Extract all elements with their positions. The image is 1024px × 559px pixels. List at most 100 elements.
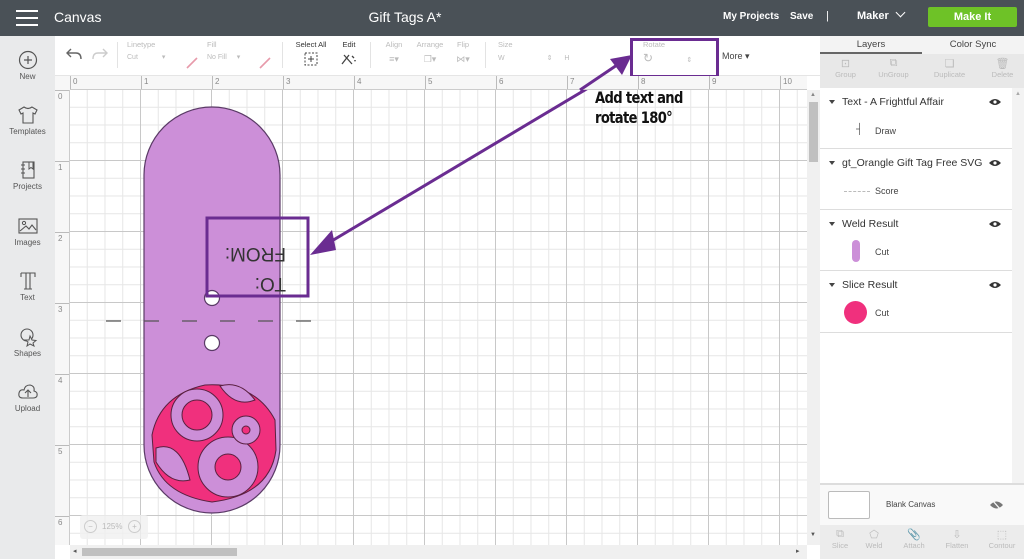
sidebar-label: Templates: [9, 127, 46, 136]
weld-button[interactable]: ⬠ Weld: [854, 528, 894, 550]
fill-color-swatch[interactable]: [258, 56, 272, 70]
layers-scrollbar[interactable]: ▲: [1012, 88, 1024, 512]
sidebar-item-text[interactable]: Text: [0, 271, 55, 302]
sidebar-label: Shapes: [13, 349, 42, 358]
tag-text-from: FROM:: [225, 243, 286, 264]
attach-button[interactable]: 📎 Attach: [894, 528, 934, 550]
linetype-control[interactable]: Linetype Cut ▾: [127, 40, 187, 61]
my-projects-link[interactable]: My Projects: [723, 11, 779, 22]
make-it-button[interactable]: Make It: [928, 7, 1017, 27]
sidebar-item-projects[interactable]: Projects: [0, 160, 55, 191]
vertical-scroll-thumb[interactable]: [809, 102, 818, 162]
text-t-icon: [19, 272, 36, 290]
zoom-in-button[interactable]: +: [128, 520, 141, 533]
blank-canvas-row[interactable]: Blank Canvas: [820, 483, 1024, 525]
ruler-tick: [55, 516, 69, 517]
ruler-tick-label: 0: [73, 77, 78, 86]
group-icon: ⊡: [840, 58, 851, 70]
ruler-tick-label: 4: [357, 77, 362, 86]
flip-label: Flip: [456, 40, 470, 49]
save-button[interactable]: Save: [790, 11, 813, 22]
shapes-icon: [19, 328, 37, 347]
ungroup-button[interactable]: ⧉ UnGroup: [868, 57, 919, 79]
sidebar-label: New: [19, 72, 36, 81]
zoom-out-button[interactable]: −: [84, 520, 97, 533]
tag-hole-lower: [203, 334, 221, 352]
linetype-value: Cut: [127, 54, 138, 61]
delete-button[interactable]: 🗑 Delete: [977, 57, 1024, 79]
sidebar-item-images[interactable]: Images: [0, 216, 55, 247]
edit-label: Edit: [342, 40, 356, 49]
layer-item[interactable]: Text - A Frightful Affair ┤ Draw: [820, 88, 1012, 149]
sidebar-item-templates[interactable]: Templates: [0, 105, 55, 136]
align-menu[interactable]: Align ≡▾: [383, 40, 405, 65]
contour-button[interactable]: ⬚ Contour: [982, 528, 1022, 550]
rotate-highlight-box: [630, 38, 719, 78]
horizontal-scrollbar[interactable]: ◂ ▸: [70, 545, 807, 559]
ruler-tick: [141, 76, 142, 89]
expand-triangle-icon[interactable]: [829, 100, 835, 104]
tab-layers[interactable]: Layers: [820, 39, 922, 50]
undo-icon[interactable]: [65, 47, 83, 61]
weld-swatch: [852, 240, 860, 262]
flatten-icon: ⇩: [952, 529, 962, 541]
layer-item[interactable]: Slice Result Cut: [820, 271, 1012, 333]
select-all-button[interactable]: Select All: [293, 40, 329, 71]
edit-toolbar: Linetype Cut ▾ Fill No Fill ▾ Select All…: [55, 36, 820, 78]
ungroup-icon: ⧉: [889, 57, 898, 69]
expand-triangle-icon[interactable]: [829, 283, 835, 287]
ruler-tick-label: 9: [712, 77, 717, 86]
expand-triangle-icon[interactable]: [829, 161, 835, 165]
design-canvas[interactable]: TO: FROM: − 125% +: [70, 90, 807, 545]
tag-text-to: TO:: [255, 273, 286, 294]
linetype-color-swatch[interactable]: [185, 56, 199, 70]
machine-select[interactable]: Maker: [857, 7, 906, 22]
flatten-label: Flatten: [945, 541, 969, 550]
more-menu[interactable]: More ▾: [722, 51, 750, 62]
eye-icon[interactable]: [989, 98, 1001, 106]
ruler-tick: [496, 76, 497, 89]
linetype-label: Linetype: [127, 40, 156, 49]
layer-item[interactable]: gt_Orangle Gift Tag Free SVG Score: [820, 149, 1012, 210]
linetype-select[interactable]: Cut ▾: [127, 53, 187, 61]
fill-value: No Fill: [207, 54, 227, 61]
eye-icon[interactable]: [989, 220, 1001, 228]
canvas-artwork: TO: FROM:: [106, 90, 588, 514]
edit-menu[interactable]: Edit: [337, 40, 361, 71]
eye-icon[interactable]: [989, 159, 1001, 167]
eye-hidden-icon[interactable]: [990, 500, 1003, 510]
redo-icon[interactable]: [91, 47, 109, 61]
divider: [370, 42, 371, 68]
layer-item[interactable]: Weld Result Cut: [820, 210, 1012, 271]
panel-tabs: Layers Color Sync: [820, 36, 1024, 54]
group-button[interactable]: ⊡ Group: [820, 57, 871, 79]
ruler-tick-label: 10: [783, 77, 792, 86]
annotation-arrow: [324, 90, 588, 247]
ruler-tick: [55, 445, 69, 446]
sidebar-item-upload[interactable]: Upload: [0, 382, 55, 413]
ruler-tick: [55, 90, 69, 91]
lock-icon[interactable]: ⇕: [547, 55, 553, 62]
layers-list: Text - A Frightful Affair ┤ Draw gt_Oran…: [820, 88, 1012, 512]
horizontal-scroll-thumb[interactable]: [82, 548, 237, 556]
flip-menu[interactable]: Flip ⋈▾: [452, 40, 474, 65]
width-field[interactable]: W: [498, 55, 505, 62]
eye-icon[interactable]: [989, 281, 1001, 289]
tab-color-sync[interactable]: Color Sync: [922, 39, 1024, 50]
top-bar: Canvas Gift Tags A* My Projects Save | M…: [0, 0, 1024, 36]
ruler-tick-label: 1: [58, 163, 63, 172]
ruler-tick: [55, 374, 69, 375]
ruler-vertical: 0 1 2 3 4 5 6: [55, 90, 70, 545]
vertical-scrollbar[interactable]: ▲ ▼: [807, 90, 820, 545]
fill-label: Fill: [207, 40, 217, 49]
expand-triangle-icon[interactable]: [829, 222, 835, 226]
duplicate-button[interactable]: ❏ Duplicate: [924, 57, 975, 79]
arrange-menu[interactable]: Arrange ❐▾: [415, 40, 445, 65]
canvas-color-swatch[interactable]: [828, 491, 870, 519]
separator: |: [826, 10, 829, 22]
sidebar-item-shapes[interactable]: Shapes: [0, 327, 55, 358]
layer-operation: Cut: [875, 308, 890, 318]
flatten-button[interactable]: ⇩ Flatten: [937, 528, 977, 550]
flower-design: [151, 384, 277, 503]
sidebar-item-new[interactable]: New: [0, 50, 55, 81]
